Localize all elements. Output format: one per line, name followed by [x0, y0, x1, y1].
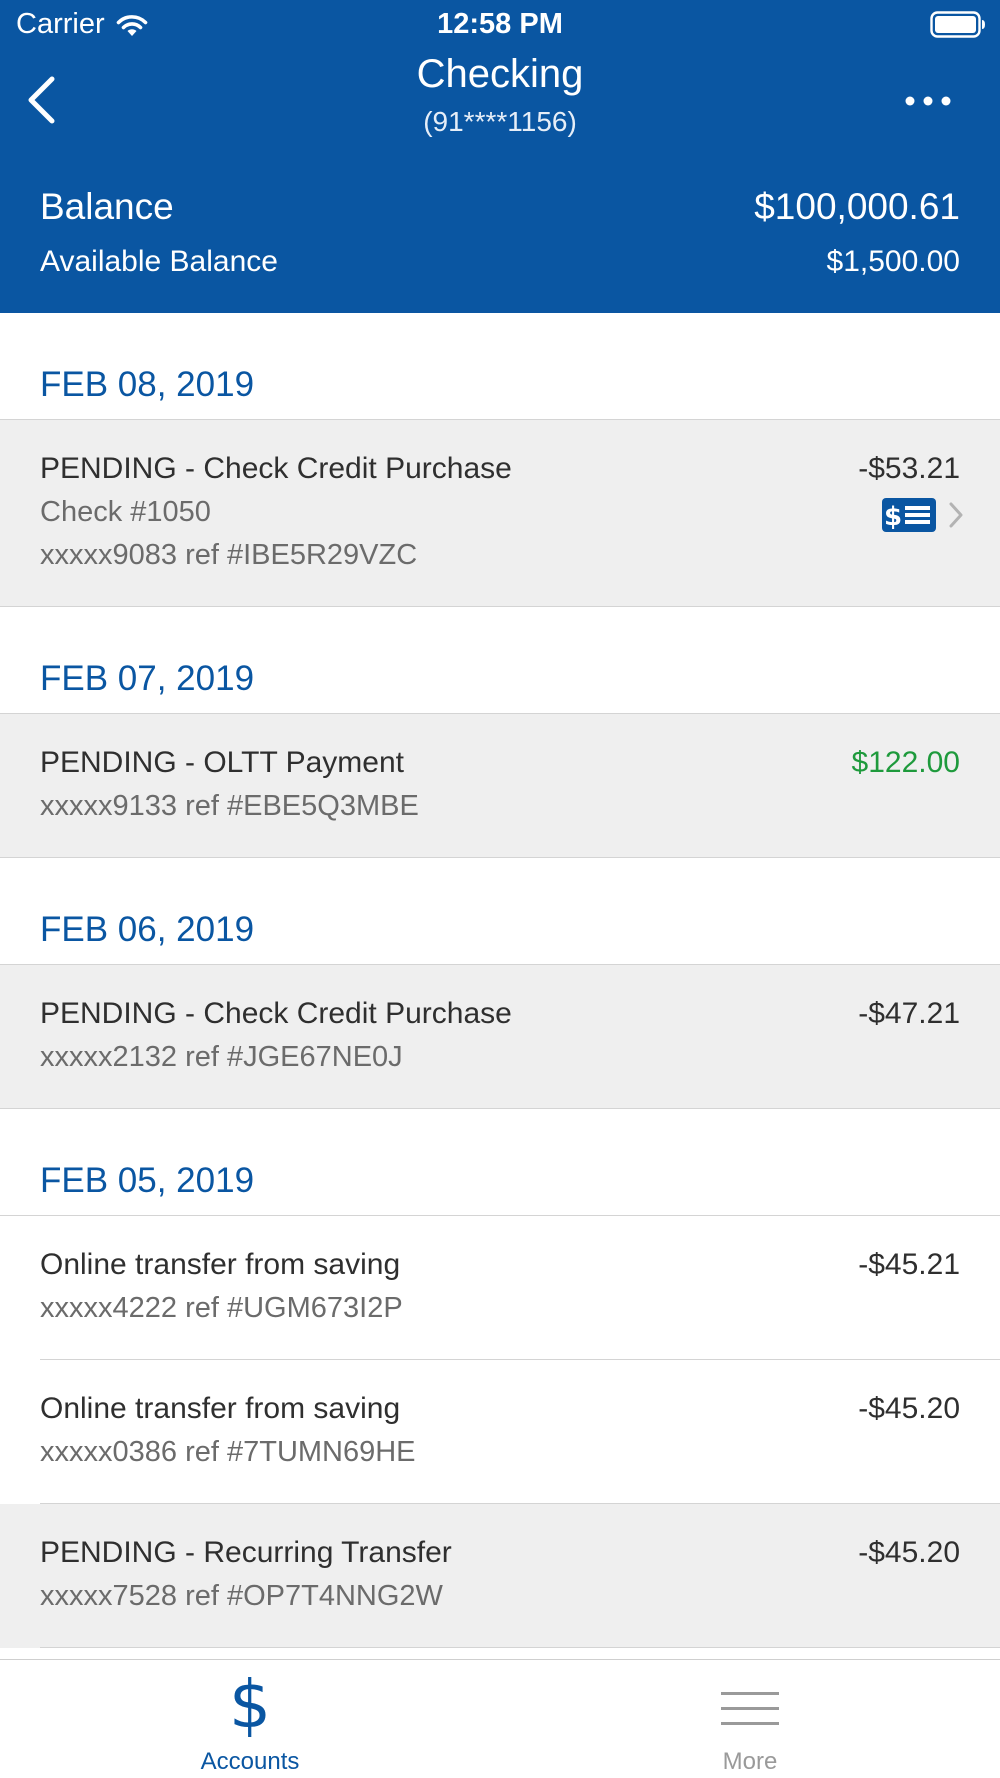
date-label: FEB 05, 2019 [40, 1161, 255, 1200]
available-balance-label: Available Balance [40, 245, 278, 278]
date-header: FEB 08, 2019 [0, 313, 1000, 420]
available-balance-row: Available Balance $1,500.00 [40, 245, 960, 279]
transaction-amount: -$47.21 [858, 997, 960, 1030]
transaction-reference: xxxxx4222 ref #UGM673I2P [40, 1292, 403, 1324]
svg-text:$: $ [884, 502, 902, 532]
account-header: Carrier 12:58 PM Checking (91****1156) B… [0, 0, 1000, 313]
dollar-icon: $ [229, 1666, 271, 1743]
date-header: FEB 05, 2019 [0, 1109, 1000, 1216]
transaction-details: PENDING - Check Credit Purchase xxxxx213… [40, 997, 512, 1108]
status-time: 12:58 PM [437, 8, 563, 40]
transaction-details: Online transfer from saving xxxxx0386 re… [40, 1392, 416, 1504]
transaction-row[interactable]: PENDING - OLTT Payment xxxxx9133 ref #EB… [0, 714, 1000, 858]
transaction-details: Online transfer from saving xxxxx4222 re… [40, 1248, 403, 1360]
status-bar: Carrier 12:58 PM [0, 0, 1000, 50]
tab-bar: $ Accounts More [0, 1659, 1000, 1778]
transaction-amount: -$45.21 [858, 1248, 960, 1281]
transaction-description: PENDING - OLTT Payment [40, 746, 404, 779]
transaction-amount: $122.00 [851, 746, 960, 779]
transaction-row[interactable]: PENDING - Recurring Transfer xxxxx7528 r… [0, 1504, 1000, 1648]
transaction-description: Online transfer from saving [40, 1248, 401, 1281]
transaction-list[interactable]: FEB 08, 2019 PENDING - Check Credit Purc… [0, 313, 1000, 1659]
transaction-row[interactable]: Online transfer from saving xxxxx4222 re… [0, 1216, 1000, 1360]
transaction-description: PENDING - Recurring Transfer [40, 1536, 452, 1569]
tab-accounts-label: Accounts [200, 1748, 300, 1775]
transaction-amount-area: -$45.20 [858, 1392, 960, 1504]
transaction-reference: xxxxx0386 ref #7TUMN69HE [40, 1436, 416, 1468]
chevron-right-icon [949, 502, 963, 528]
tab-more[interactable]: More [500, 1660, 1000, 1778]
transaction-description: PENDING - Check Credit Purchase [40, 997, 512, 1030]
date-label: FEB 08, 2019 [40, 365, 255, 404]
check-image-link[interactable]: $ [882, 498, 964, 532]
page-title: Checking [416, 52, 584, 96]
transaction-description: PENDING - Check Credit Purchase [40, 452, 512, 485]
transaction-amount: -$45.20 [858, 1392, 960, 1425]
balance-value: $100,000.61 [754, 186, 960, 227]
date-label: FEB 07, 2019 [40, 659, 255, 698]
transaction-amount-area: $122.00 [852, 746, 960, 857]
transaction-row[interactable]: PENDING - Check Credit Purchase Check #1… [0, 420, 1000, 607]
transaction-details: PENDING - OLTT Payment xxxxx9133 ref #EB… [40, 746, 419, 857]
transaction-amount: -$45.20 [858, 1536, 960, 1569]
transaction-amount-area: -$47.21 [858, 997, 960, 1108]
nav-bar: Checking (91****1156) [0, 50, 1000, 150]
ellipsis-icon [905, 96, 951, 106]
date-header: FEB 06, 2019 [0, 858, 1000, 965]
transaction-amount: -$53.21 [858, 452, 960, 485]
date-label: FEB 06, 2019 [40, 910, 255, 949]
date-header: FEB 07, 2019 [0, 607, 1000, 714]
transaction-row[interactable]: Online transfer from saving xxxxx0386 re… [0, 1360, 1000, 1504]
transaction-details: PENDING - Check Credit Purchase Check #1… [40, 452, 512, 606]
check-number: Check #1050 [40, 496, 211, 528]
available-balance-value: $1,500.00 [826, 245, 960, 278]
hamburger-menu-icon [500, 1690, 1000, 1733]
transaction-description: Online transfer from saving [40, 1392, 401, 1425]
transaction-details: PENDING - Recurring Transfer xxxxx7528 r… [40, 1536, 452, 1648]
transaction-reference: xxxxx9133 ref #EBE5Q3MBE [40, 790, 419, 822]
tab-accounts[interactable]: $ Accounts [0, 1660, 500, 1778]
balance-label: Balance [40, 186, 174, 227]
tab-more-label: More [722, 1748, 778, 1775]
transaction-reference: xxxxx2132 ref #JGE67NE0J [40, 1041, 403, 1073]
balance-row: Balance $100,000.61 [40, 186, 960, 228]
account-number: (91****1156) [423, 106, 577, 137]
transaction-amount-area: -$53.21 $ [858, 452, 963, 606]
transaction-reference: xxxxx7528 ref #OP7T4NNG2W [40, 1580, 443, 1612]
transaction-amount-area: -$45.20 [858, 1536, 960, 1648]
transaction-row[interactable]: PENDING - Check Credit Purchase xxxxx213… [0, 965, 1000, 1109]
battery-icon [930, 11, 985, 38]
check-image-icon: $ [882, 498, 936, 532]
more-options-button[interactable] [900, 86, 956, 116]
transaction-reference: xxxxx9083 ref #IBE5R29VZC [40, 539, 418, 571]
transaction-amount-area: -$45.21 [858, 1248, 960, 1360]
